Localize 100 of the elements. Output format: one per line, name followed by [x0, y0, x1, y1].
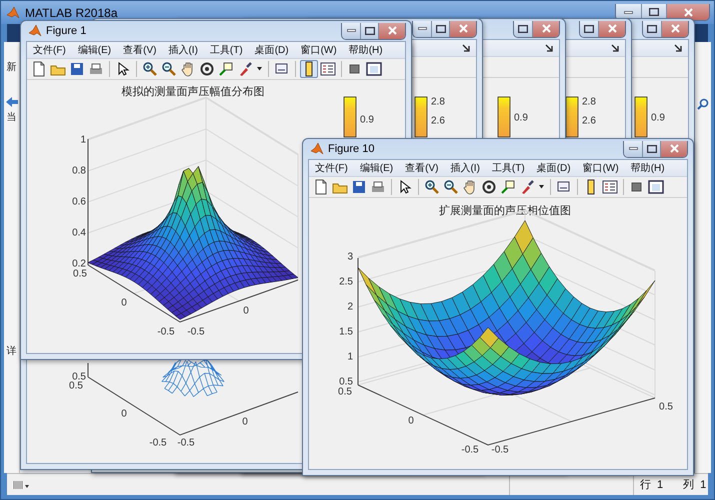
- menu-item[interactable]: 插入(I): [168, 43, 198, 57]
- menu-item[interactable]: 编辑(E): [78, 43, 112, 57]
- dock-arrow-icon[interactable]: [674, 44, 682, 52]
- zoom-out-icon: [161, 61, 177, 77]
- tick-label: 0: [242, 416, 248, 428]
- new-file-icon: [313, 179, 329, 195]
- minimize-button[interactable]: [342, 22, 360, 38]
- caret-icon[interactable]: [539, 185, 544, 189]
- tick-label: 0.5: [338, 386, 352, 398]
- tick-label: 2.5: [339, 276, 353, 288]
- minimize-button[interactable]: [624, 140, 642, 156]
- close-icon: [458, 24, 468, 33]
- close-icon: [670, 24, 680, 33]
- menu-item[interactable]: 工具(T): [210, 43, 243, 57]
- legend-button[interactable]: [319, 60, 337, 78]
- dock-arrow-icon[interactable]: [462, 44, 470, 52]
- status-value: 1: [700, 478, 706, 490]
- legend-button[interactable]: [601, 178, 619, 196]
- status-label: 列: [683, 478, 694, 492]
- search-icon[interactable]: [696, 98, 708, 110]
- zoom-in-button[interactable]: [423, 178, 441, 196]
- maximize-button[interactable]: [360, 22, 378, 38]
- close-button[interactable]: [378, 22, 405, 38]
- close-button[interactable]: [666, 4, 709, 20]
- menu-item[interactable]: 查看(V): [405, 161, 438, 175]
- menu-item[interactable]: 桌面(D): [536, 161, 571, 175]
- tick-label: -0.5: [157, 326, 175, 338]
- tick-label: 1.5: [339, 326, 353, 338]
- minimize-icon: [418, 27, 426, 30]
- colorbar: [498, 96, 510, 138]
- save-button[interactable]: [350, 178, 368, 196]
- tick-label: 0.5: [73, 268, 87, 280]
- save-button[interactable]: [68, 60, 86, 78]
- status-label: 行: [640, 478, 651, 492]
- maximize-button[interactable]: [514, 20, 532, 36]
- close-button[interactable]: [532, 20, 559, 36]
- tick-label: 0.4: [72, 228, 86, 238]
- maximize-icon: [584, 24, 594, 32]
- maximize-button[interactable]: [642, 140, 660, 156]
- back-arrow-icon[interactable]: [4, 96, 18, 108]
- menu-item[interactable]: 帮助(H): [348, 43, 383, 57]
- menu-item[interactable]: 工具(T): [492, 161, 525, 175]
- zoom-in-button[interactable]: [141, 60, 159, 78]
- menu-item[interactable]: 文件(F): [33, 43, 66, 57]
- menu-item[interactable]: 桌面(D): [254, 43, 289, 57]
- minimize-icon: [624, 10, 633, 14]
- menu-item[interactable]: 帮助(H): [630, 161, 665, 175]
- menu-item[interactable]: 文件(F): [315, 161, 348, 175]
- rotate-button[interactable]: [198, 60, 216, 78]
- tick-label: -0.5: [491, 444, 509, 456]
- grip-icon[interactable]: [13, 480, 29, 490]
- zoom-out-button[interactable]: [442, 178, 460, 196]
- minimize-button[interactable]: [413, 20, 431, 36]
- panel-button[interactable]: [365, 60, 383, 78]
- tick-label: 0.9: [651, 112, 665, 124]
- close-button[interactable]: [660, 140, 687, 156]
- menu-item[interactable]: 窗口(W): [582, 161, 619, 175]
- minimize-icon: [346, 29, 356, 32]
- close-icon: [542, 24, 550, 33]
- tick-label: 0.8: [72, 166, 86, 176]
- dock-arrow-icon[interactable]: [611, 44, 619, 52]
- tick-label: 0.5: [69, 380, 83, 392]
- tick-label: 2.8: [582, 96, 596, 108]
- dock-arrow-icon[interactable]: [545, 44, 553, 52]
- close-button[interactable]: [449, 20, 476, 36]
- plot-title: 模拟的测量面声压幅值分布图: [122, 86, 264, 98]
- menu-item[interactable]: 插入(I): [450, 161, 480, 175]
- zoom-in-icon: [424, 179, 440, 195]
- save-icon: [69, 61, 85, 77]
- close-button[interactable]: [598, 20, 625, 36]
- menu-item[interactable]: 窗口(W): [300, 43, 337, 57]
- maximize-button[interactable]: [580, 20, 598, 36]
- tick-label: 0.6: [72, 196, 86, 208]
- menu-item[interactable]: 编辑(E): [360, 161, 394, 175]
- side-label: 当: [6, 112, 16, 124]
- data-cursor-icon: [218, 61, 234, 77]
- maximize-button[interactable]: [431, 20, 449, 36]
- data-cursor-button[interactable]: [499, 178, 517, 196]
- tick-label: 0: [408, 416, 414, 426]
- close-icon: [684, 8, 692, 16]
- zoom-out-button[interactable]: [160, 60, 178, 78]
- window-title: MATLAB R2018a: [25, 6, 118, 20]
- panel-button[interactable]: [647, 178, 665, 196]
- maximize-icon: [436, 24, 446, 32]
- close-button[interactable]: [661, 20, 688, 36]
- tick-label: 0.9: [360, 114, 374, 126]
- maximize-button[interactable]: [643, 20, 661, 36]
- data-cursor-button[interactable]: [217, 60, 235, 78]
- colorbar: [566, 96, 578, 138]
- caret-icon[interactable]: [257, 67, 262, 71]
- save-icon: [351, 179, 367, 195]
- menu-item[interactable]: 查看(V): [123, 43, 156, 57]
- rotate-button[interactable]: [480, 178, 498, 196]
- print-icon: [88, 61, 104, 77]
- colorbar-button[interactable]: [300, 60, 318, 78]
- brush-icon: [519, 179, 535, 195]
- brush-icon: [237, 61, 253, 77]
- close-icon: [670, 144, 678, 153]
- window-title: Figure 1: [46, 25, 88, 37]
- tick-label: 2.6: [431, 116, 445, 126]
